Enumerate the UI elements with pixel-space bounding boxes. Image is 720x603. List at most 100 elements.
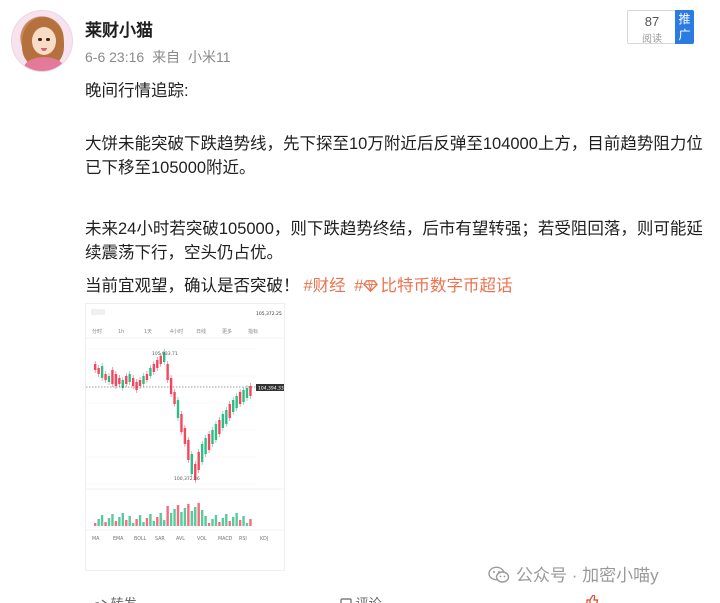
candle-body — [166, 364, 169, 380]
source-prefix: 来自 — [152, 49, 181, 65]
candle-body — [156, 360, 159, 368]
candle-body — [152, 364, 156, 372]
candle-body — [238, 392, 242, 404]
indicator-tab: KDJ — [260, 536, 268, 542]
share-icon — [95, 599, 107, 603]
candle-body — [131, 378, 135, 386]
volume-bar — [200, 510, 204, 526]
read-label: 阅读 — [642, 34, 662, 45]
volume-bar — [176, 505, 180, 526]
chart-tab: 指标 — [248, 328, 258, 335]
volume-bar — [138, 515, 142, 526]
diamond-icon — [363, 280, 379, 293]
avatar-eye — [38, 38, 42, 41]
volume-bar — [145, 518, 149, 526]
like-button[interactable] — [585, 593, 599, 603]
share-label: 转发 — [111, 596, 137, 603]
indicator-tab: BOLL — [134, 536, 147, 542]
weibo-post: 莱财小猫 6-6 23:16 来自 小米11 87 阅读 推广 晚间行情追踪: … — [0, 0, 720, 603]
chart-top-price: 105,372.25 — [256, 311, 282, 317]
volume-bar — [249, 519, 252, 526]
read-count: 87 — [644, 14, 660, 29]
candle-body — [107, 376, 111, 382]
volume-bar — [94, 523, 97, 526]
volume-bar — [156, 517, 159, 526]
comment-label: 评论 — [356, 596, 382, 603]
volume-bar — [114, 521, 118, 526]
volume-bar — [107, 518, 111, 526]
topic-finance-link[interactable]: #财经 — [304, 277, 346, 295]
wechat-account-name: 公众号 · 加密小喵y — [516, 566, 659, 585]
candle-body — [114, 374, 118, 386]
volume-bar — [169, 513, 173, 526]
candle-body — [145, 374, 149, 380]
volume-bar — [204, 516, 207, 526]
candle-body — [200, 444, 204, 462]
chart-tab: 分时 — [92, 328, 102, 335]
wechat-account-mark: 公众号 · 加密小喵y — [488, 561, 659, 586]
volume-bar — [225, 514, 228, 526]
volume-bar — [183, 508, 187, 526]
topic-hash: # — [354, 277, 364, 295]
candle-body — [149, 368, 152, 376]
topic-btc-link[interactable]: # 比特币数字币超话 — [354, 277, 512, 295]
user-avatar[interactable] — [11, 10, 73, 72]
candle-body — [118, 378, 121, 384]
chart-low-label: 100,372.26 — [174, 476, 200, 482]
volume-bar — [187, 504, 190, 526]
post-paragraph-3-text: 当前宜观望，确认是否突破！ — [85, 277, 300, 295]
volume-bar — [228, 521, 231, 526]
candle-body — [159, 356, 162, 364]
avatar-shirt — [24, 57, 64, 71]
volume-bar — [142, 522, 145, 526]
candle-body — [190, 454, 193, 474]
promote-button[interactable]: 推广 — [675, 10, 694, 44]
chart-high-label: 105,933.71 — [152, 351, 178, 357]
volume-bar — [197, 503, 200, 526]
indicator-tab: SAR — [155, 536, 165, 542]
candle-body — [232, 400, 235, 412]
candle-body — [176, 400, 180, 418]
post-paragraph-3: 当前宜观望，确认是否突破！ #财经 # 比特币数字币超话 — [85, 274, 705, 298]
candle-body — [138, 380, 142, 386]
volume-bar — [159, 513, 162, 526]
volume-bar — [163, 520, 166, 526]
volume-bar — [238, 520, 242, 526]
read-count-badge[interactable]: 87 阅读 推广 — [627, 10, 694, 45]
comment-icon — [340, 598, 352, 603]
share-button[interactable]: 转发 — [95, 593, 137, 603]
username[interactable]: 莱财小猫 — [85, 16, 153, 41]
chart-tab: 1天 — [144, 329, 152, 335]
candle-body — [128, 374, 131, 382]
indicator-tab: VOL — [197, 536, 207, 542]
volume-bar — [242, 516, 245, 526]
candle-body — [242, 390, 245, 402]
volume-bar — [214, 515, 218, 526]
volume-bar — [135, 519, 138, 526]
topic-btc-text: 比特币数字币超话 — [380, 277, 513, 295]
candle-body — [187, 440, 190, 460]
indicator-tab: MACD — [218, 536, 233, 542]
post-paragraph-2: 未来24小时若突破105000，则下跌趋势终结，后市有望转强；若受阻回落，则可能… — [85, 220, 703, 262]
candle-body — [235, 396, 238, 408]
comment-button[interactable]: 评论 — [340, 593, 382, 603]
candle-body — [183, 428, 187, 444]
volume-bar — [211, 519, 214, 526]
volume-bar — [104, 522, 107, 526]
volume-bar — [121, 513, 124, 526]
volume-bar — [194, 507, 197, 526]
volume-bar — [125, 520, 128, 526]
post-paragraph-1: 大饼未能突破下跌趋势线，先下探至10万附近后反弹至104000上方，目前趋势阻力… — [85, 135, 703, 177]
chart-tab: 更多 — [222, 328, 232, 335]
candle-body — [104, 374, 107, 380]
candlestick-chart-image[interactable]: 105,372.25 分时 1h 1天 4小时 日线 更多 指标 105,933.71 10… — [85, 303, 285, 571]
candle-body — [214, 424, 218, 440]
post-meta: 6-6 23:16 来自 小米11 — [85, 47, 235, 67]
volume-bar — [245, 523, 249, 526]
volume-bar — [221, 518, 225, 526]
source-device[interactable]: 小米11 — [188, 49, 231, 65]
candle-body — [245, 388, 249, 398]
post-heading: 晚间行情追踪: — [85, 82, 189, 100]
post-date: 6-6 23:16 — [85, 49, 145, 65]
indicator-tab: EMA — [113, 536, 124, 542]
